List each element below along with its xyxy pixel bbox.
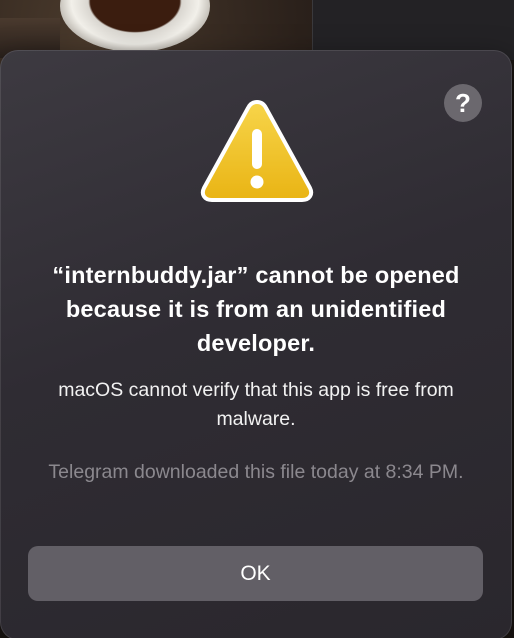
- dialog-title: “internbuddy.jar” cannot be opened becau…: [52, 262, 460, 356]
- warning-icon: [200, 100, 314, 202]
- download-source-note: Telegram downloaded this file today at 8…: [48, 461, 464, 483]
- help-button[interactable]: ?: [444, 84, 482, 122]
- dialog-message: macOS cannot verify that this app is fre…: [58, 379, 454, 430]
- security-alert-dialog: ? “internbuddy.jar” cannot be opened bec…: [0, 50, 512, 638]
- ok-button[interactable]: OK: [28, 546, 483, 601]
- coffee-cup-image: [60, 0, 210, 52]
- help-icon: ?: [455, 87, 471, 118]
